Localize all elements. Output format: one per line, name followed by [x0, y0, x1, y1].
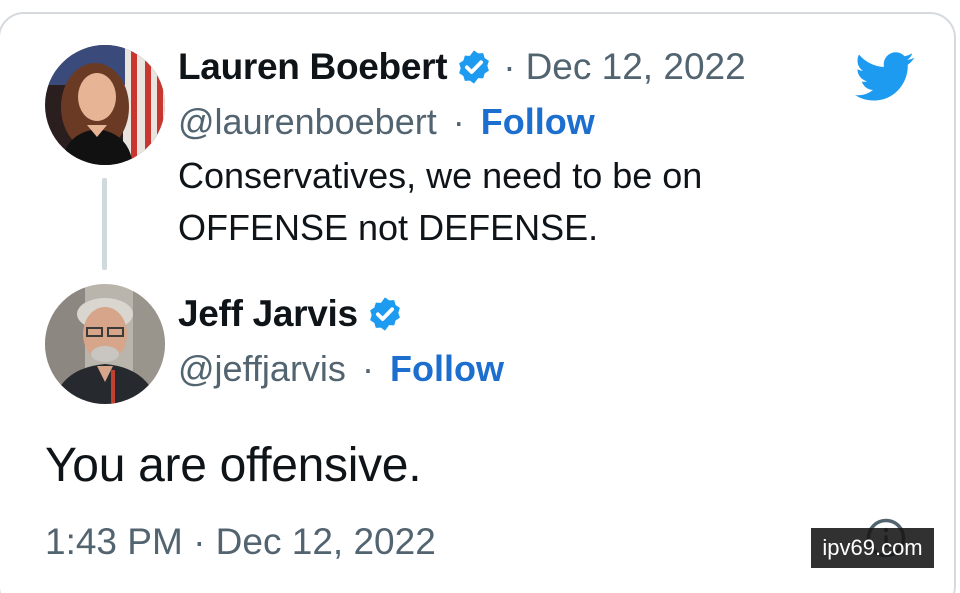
reply-tweet-handle-row: @jeffjarvis · Follow	[178, 348, 504, 390]
avatar-jeff-jarvis[interactable]	[45, 284, 165, 404]
avatar-lauren-boebert[interactable]	[45, 45, 165, 165]
page: Lauren Boebert · Dec 12, 2022 @laurenboe…	[0, 0, 960, 593]
follow-button[interactable]: Follow	[390, 348, 504, 389]
tweet-timestamp[interactable]: 1:43 PM · Dec 12, 2022	[45, 521, 436, 563]
separator: ·	[361, 348, 374, 389]
watermark-label: ipv69.com	[811, 528, 934, 568]
separator: ·	[452, 101, 465, 142]
tweet-date[interactable]: Dec 12, 2022	[526, 46, 746, 88]
reply-tweet-header: Jeff Jarvis	[178, 293, 404, 335]
author-handle[interactable]: @jeffjarvis	[178, 348, 346, 389]
separator: ·	[503, 46, 516, 87]
twitter-bird-icon[interactable]	[855, 52, 915, 102]
original-tweet-handle-row: @laurenboebert · Follow	[178, 101, 595, 143]
author-name[interactable]: Lauren Boebert	[178, 46, 448, 88]
original-tweet-header: Lauren Boebert · Dec 12, 2022	[178, 46, 746, 88]
thread-connector-line	[102, 178, 107, 270]
verified-badge-icon	[369, 297, 400, 331]
author-handle[interactable]: @laurenboebert	[178, 101, 437, 142]
tweet-text-line: Conservatives, we need to be on	[178, 155, 703, 196]
verified-badge-icon	[459, 50, 490, 84]
follow-button[interactable]: Follow	[481, 101, 595, 142]
author-name[interactable]: Jeff Jarvis	[178, 293, 358, 335]
reply-tweet-text: You are offensive.	[45, 439, 422, 492]
original-tweet-text: Conservatives, we need to be on OFFENSE …	[178, 150, 878, 254]
tweet-text-line: OFFENSE not DEFENSE.	[178, 207, 599, 248]
